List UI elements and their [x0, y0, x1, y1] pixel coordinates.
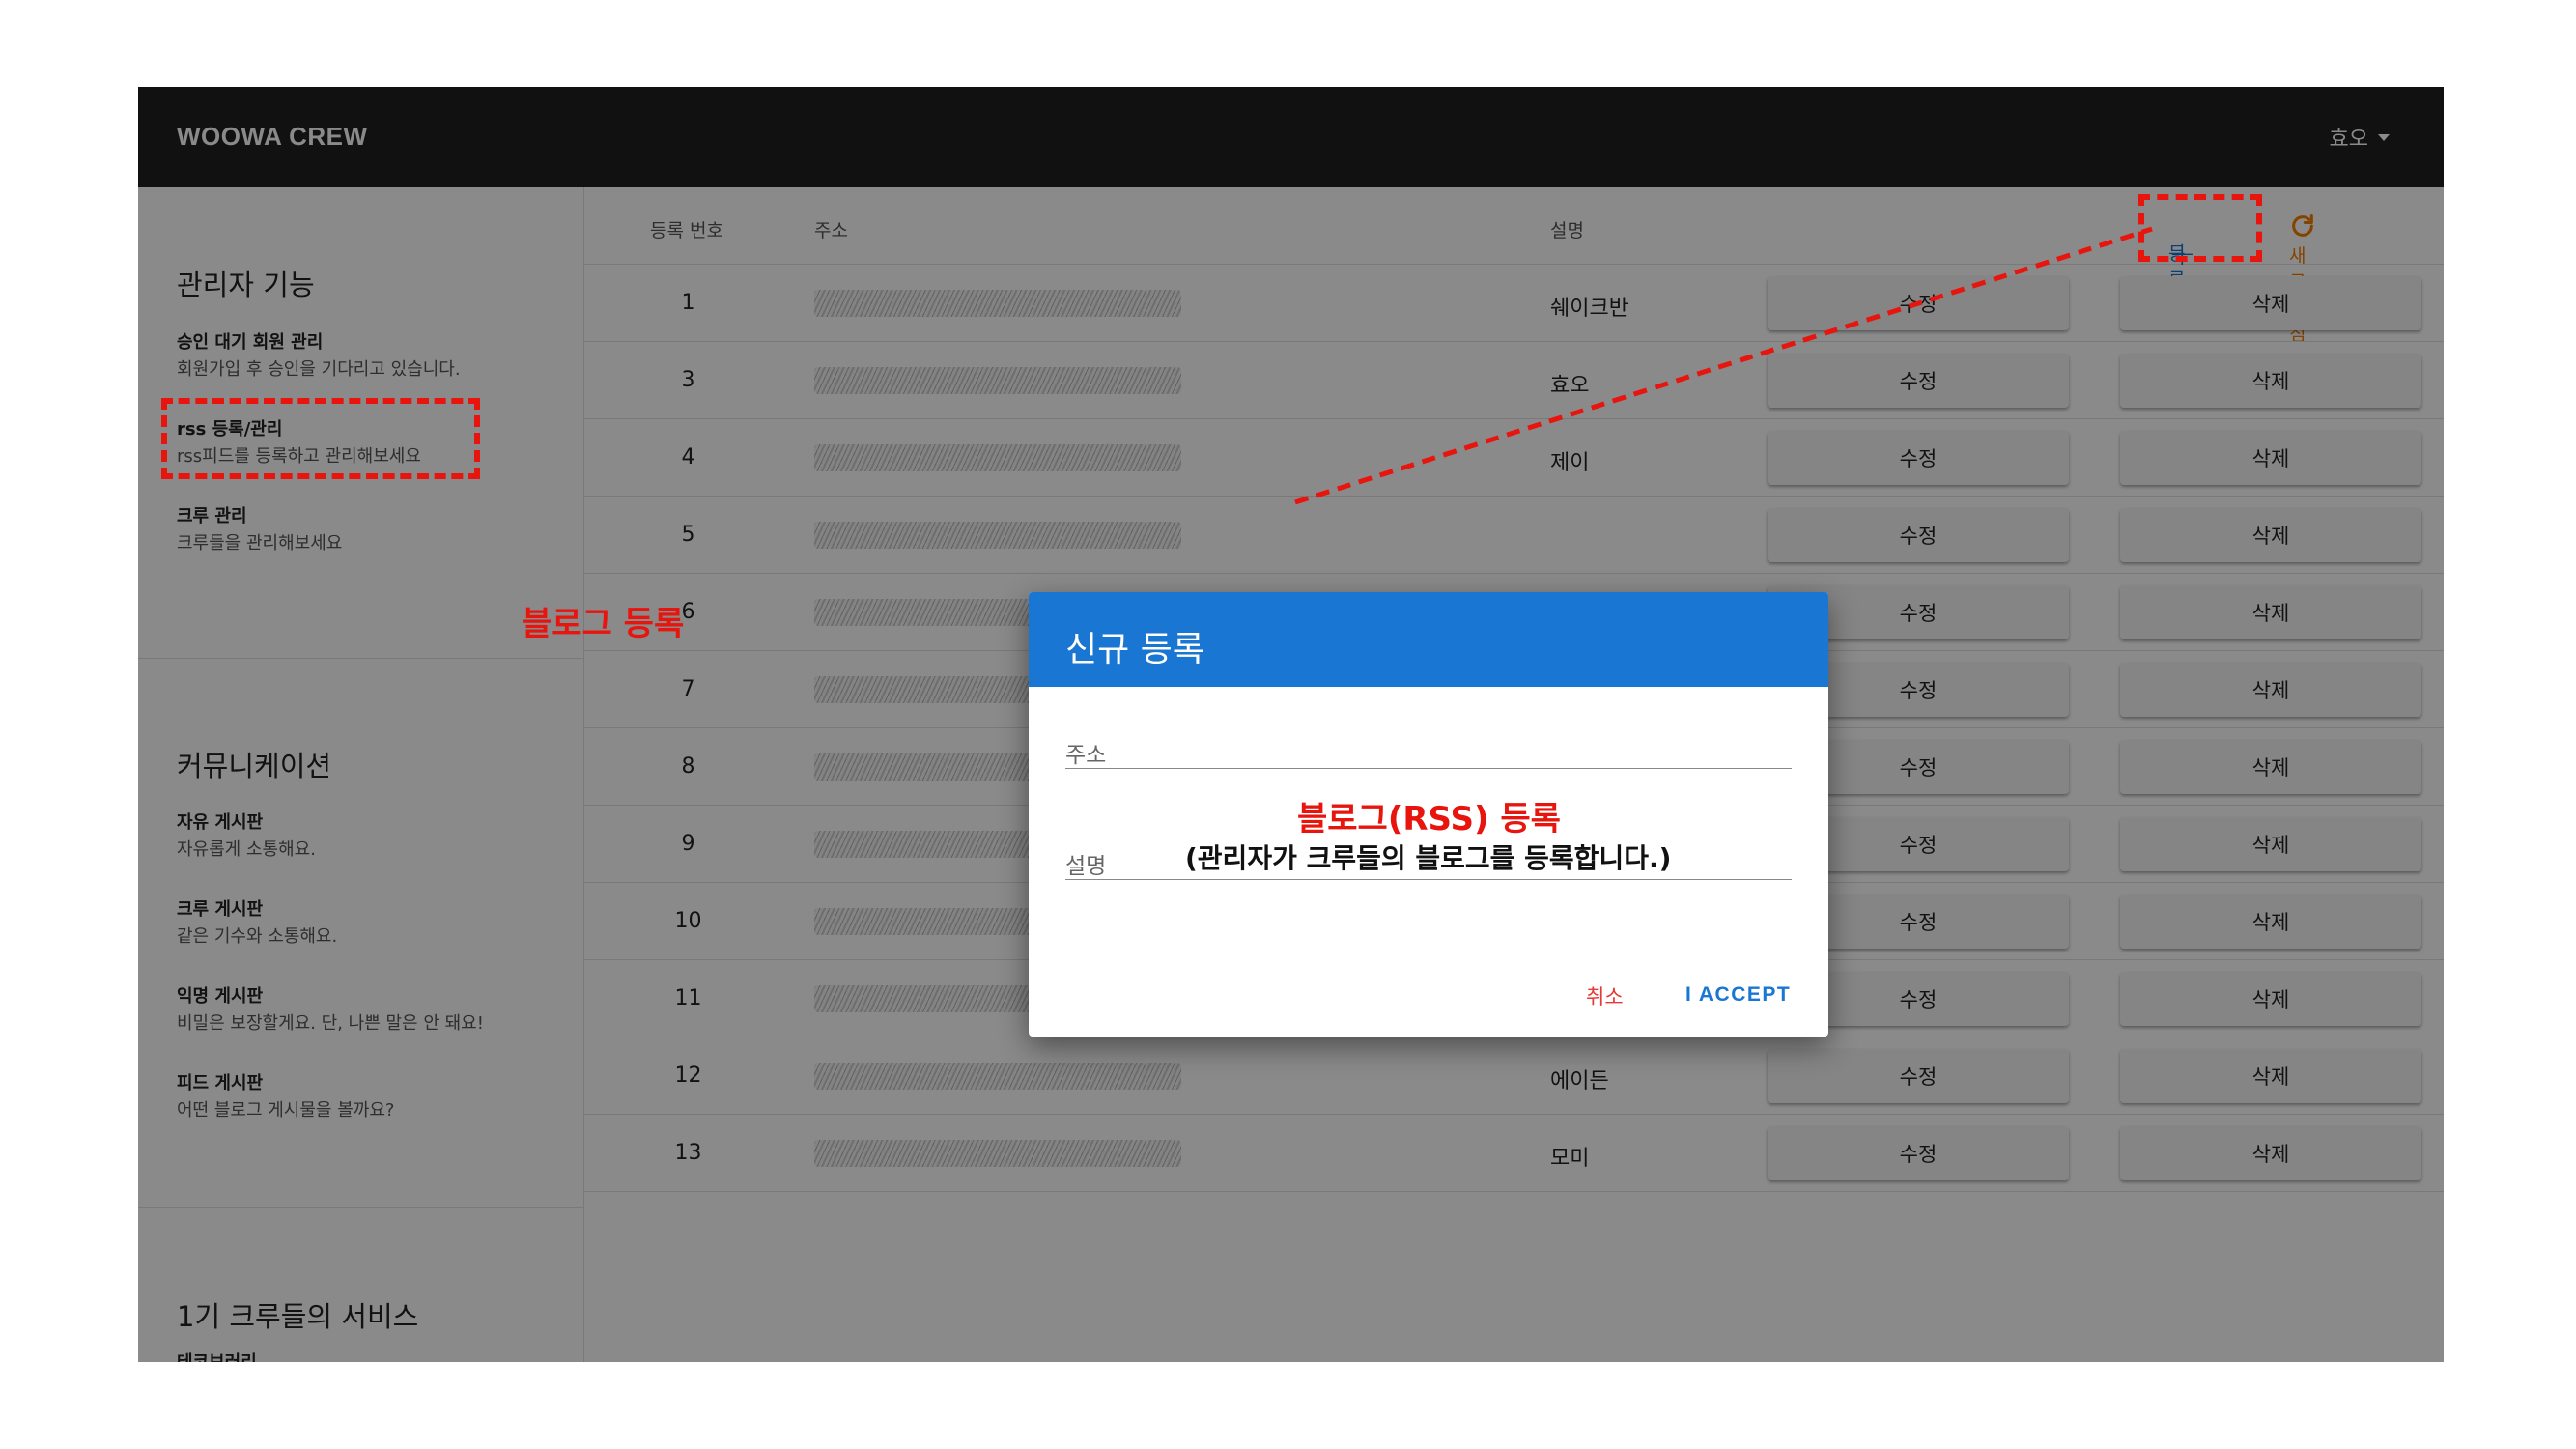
annotation-box-rss-item [161, 398, 480, 479]
app-frame: WOOWA CREW 효오 관리자 기능 승인 대기 회원 관리 회원가입 후 … [138, 87, 2444, 1362]
annotation-label-dialog: 블로그(RSS) 등록 [1297, 800, 1561, 838]
annotation-sublabel-dialog: (관리자가 크루들의 블로그를 등록합니다.) [1185, 842, 1672, 874]
annotation-arrow-line [1294, 226, 2153, 505]
annotation-label-blog: 블로그 등록 [522, 605, 685, 643]
annotation-box-add-button [2138, 194, 2262, 262]
